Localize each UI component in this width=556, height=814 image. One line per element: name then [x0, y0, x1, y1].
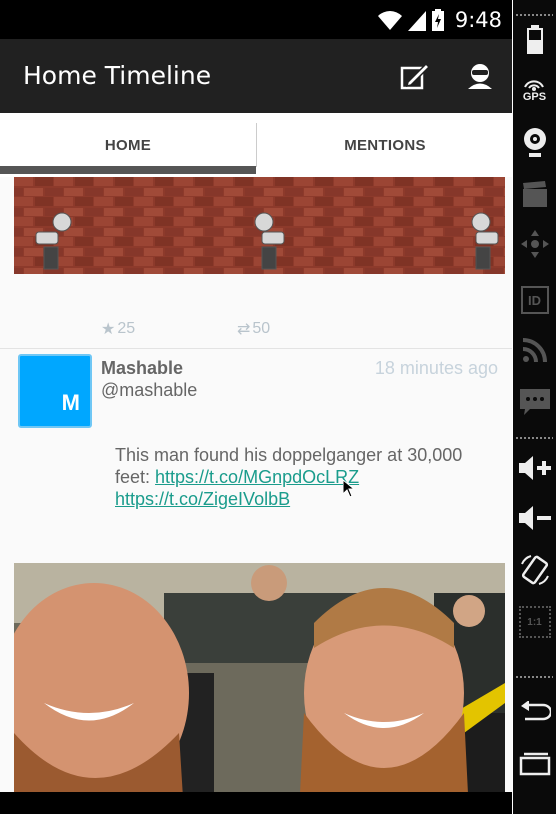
mouse-cursor-icon — [343, 480, 355, 498]
battery-button[interactable] — [513, 18, 556, 62]
volume-up-icon — [518, 456, 551, 480]
gps-icon — [524, 80, 545, 91]
id-label: ID — [528, 292, 541, 308]
tab-indicator — [0, 166, 256, 174]
timeline-feed[interactable]: ★ 25 ⇄ 50 M Mashable @mashable 18 minutes … — [0, 177, 512, 814]
toolbar-separator — [516, 676, 553, 678]
star-icon: ★ — [101, 321, 116, 338]
tab-mentions-label: MENTIONS — [344, 136, 426, 154]
toolbar-separator — [516, 14, 553, 16]
battery-icon — [526, 25, 543, 54]
tweet-author-name[interactable]: Mashable — [101, 358, 183, 379]
tweet-author-handle[interactable]: @mashable — [101, 380, 197, 401]
back-icon — [520, 701, 551, 721]
favorite-count[interactable]: ★ 25 — [101, 319, 135, 339]
tweet-link-1[interactable]: https://t.co/MGnpdOcLRZ — [155, 467, 359, 487]
dpad-icon — [520, 230, 549, 258]
compose-icon — [400, 62, 430, 90]
rotate-button[interactable] — [513, 548, 556, 592]
compose-button[interactable] — [398, 59, 432, 93]
gps-label: GPS — [522, 91, 547, 103]
clapperboard-icon — [522, 181, 547, 207]
scale-button[interactable]: 1:1 — [513, 600, 556, 644]
retweet-count[interactable]: ⇄ 50 — [237, 319, 270, 339]
tweet-text: This man found his doppelganger at 30,00… — [115, 444, 495, 510]
tab-mentions[interactable]: MENTIONS — [256, 123, 512, 167]
identifiers-button[interactable]: ID — [513, 278, 556, 322]
volume-down-icon — [518, 506, 551, 530]
screen-record-button[interactable] — [513, 172, 556, 216]
sms-button[interactable] — [513, 380, 556, 424]
avatar-letter: M — [61, 390, 80, 415]
profile-button[interactable] — [463, 59, 497, 93]
volume-down-button[interactable] — [513, 496, 556, 540]
favorite-count-value: 25 — [117, 320, 136, 337]
profile-icon — [468, 64, 492, 89]
webcam-icon — [523, 128, 546, 157]
id-icon: ID — [520, 286, 549, 314]
status-bar: 9:48 — [0, 0, 512, 39]
recent-apps-icon — [519, 752, 550, 776]
network-button[interactable] — [513, 328, 556, 372]
gps-button[interactable]: GPS — [513, 68, 556, 112]
status-time: 9:48 — [454, 8, 502, 32]
tab-bar: HOME MENTIONS — [0, 113, 512, 178]
tweet-timestamp: 18 minutes ago — [374, 358, 498, 378]
status-icons — [378, 9, 444, 31]
dpad-button[interactable] — [513, 222, 556, 266]
tweet-divider — [0, 348, 512, 349]
app-bar: Home Timeline — [0, 39, 512, 113]
battery-icon — [432, 9, 444, 31]
scale-label: 1:1 — [527, 616, 542, 628]
tweet-link-2[interactable]: https://t.co/ZigeIVolbB — [115, 489, 290, 509]
rotate-icon — [520, 555, 549, 585]
page-title: Home Timeline — [23, 61, 212, 90]
tweet-media-image[interactable] — [14, 177, 505, 274]
webcam-button[interactable] — [513, 120, 556, 164]
emulator-toolbar: GPS ID 1:1 — [513, 0, 556, 814]
retweet-count-value: 50 — [252, 320, 271, 337]
tweet-media-photo[interactable] — [14, 563, 505, 814]
retweet-icon: ⇄ — [237, 321, 251, 338]
android-screen: 9:48 Home Timeline HOME MENTIONS ★ 25 ⇄ … — [0, 0, 512, 814]
wifi-icon — [378, 11, 402, 30]
airplane-selfie-image — [14, 563, 505, 814]
signal-icon — [408, 11, 426, 31]
volume-up-button[interactable] — [513, 446, 556, 490]
rss-icon — [522, 338, 547, 363]
recent-apps-button[interactable] — [513, 742, 556, 786]
message-icon — [519, 389, 550, 415]
brick-wall-image — [14, 177, 505, 274]
back-button[interactable] — [513, 690, 556, 734]
tab-home-label: HOME — [104, 136, 152, 154]
navigation-bar — [0, 792, 512, 814]
toolbar-separator — [516, 437, 553, 439]
scale-icon: 1:1 — [518, 606, 551, 638]
avatar[interactable]: M — [18, 354, 92, 428]
